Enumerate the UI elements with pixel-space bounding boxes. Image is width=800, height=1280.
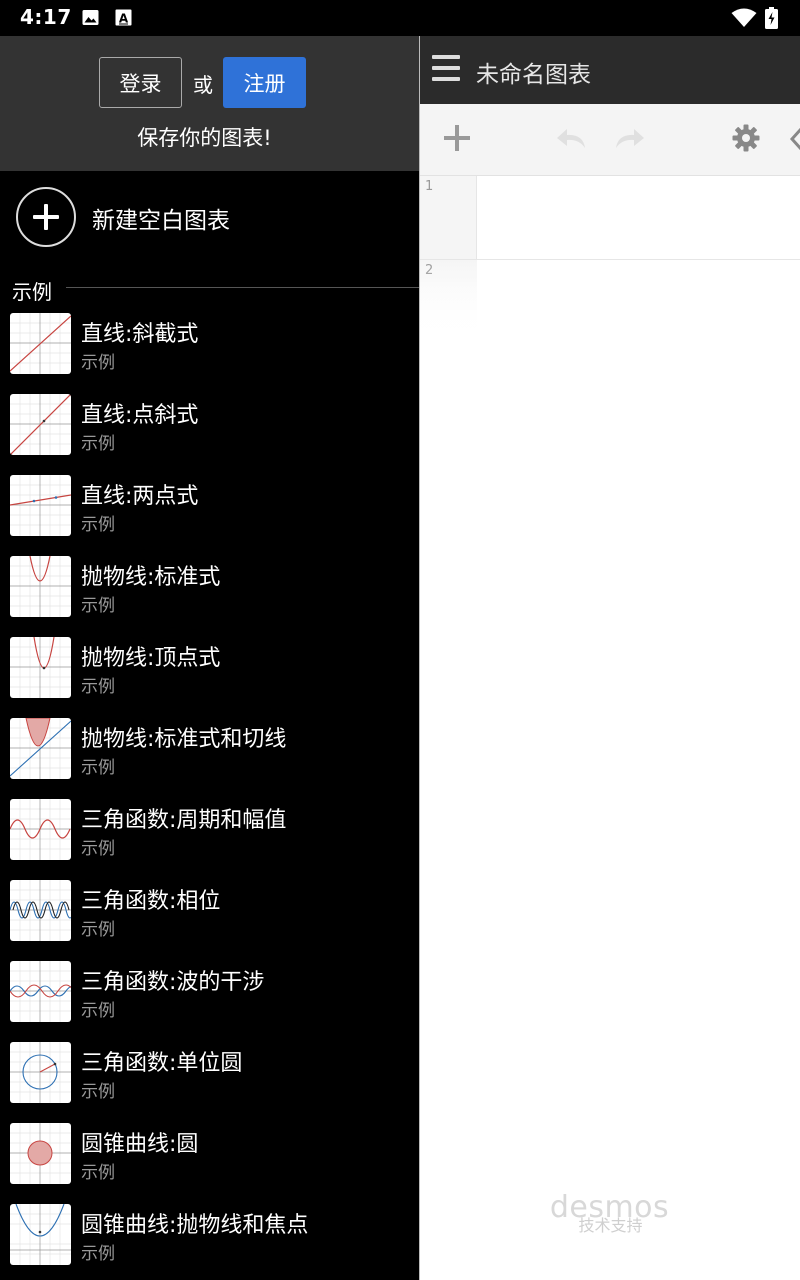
example-subtitle: 示例 — [81, 1244, 115, 1264]
example-subtitle: 示例 — [81, 920, 115, 940]
example-title: 三角函数:波的干涉 — [81, 970, 265, 995]
status-bar: 4:17 A — [0, 0, 800, 36]
example-item[interactable]: 抛物线:标准式 示例 — [0, 551, 419, 632]
or-text: 或 — [193, 73, 213, 97]
expression-row[interactable]: 2 — [420, 260, 800, 330]
example-item[interactable]: 三角函数:波的干涉 示例 — [0, 956, 419, 1037]
redo-icon[interactable] — [612, 126, 646, 152]
example-item[interactable]: 直线:两点式 示例 — [0, 470, 419, 551]
example-item[interactable]: 三角函数:相位 示例 — [0, 875, 419, 956]
collapse-chevron-icon[interactable] — [789, 126, 800, 152]
example-thumbnail-parabola — [10, 1204, 71, 1265]
example-thumbnail-parabola — [10, 556, 71, 617]
example-thumbnail-line — [10, 313, 71, 374]
add-expression-icon[interactable] — [443, 124, 471, 152]
font-a-icon: A — [115, 9, 132, 26]
graph-editor: 未命名图表 1 2 技术支持 — [419, 36, 800, 1280]
example-thumbnail-sine — [10, 799, 71, 860]
example-title: 三角函数:相位 — [81, 889, 221, 914]
example-title: 直线:两点式 — [81, 484, 199, 509]
example-title: 三角函数:周期和幅值 — [81, 808, 287, 833]
graph-title[interactable]: 未命名图表 — [476, 55, 591, 89]
example-item[interactable]: 圆锥曲线:抛物线和焦点 示例 — [0, 1199, 419, 1280]
hamburger-menu-icon[interactable] — [432, 55, 460, 81]
app-bar: 未命名图表 — [420, 36, 800, 104]
register-button[interactable]: 注册 — [223, 57, 306, 108]
expression-toolbar — [420, 104, 800, 176]
battery-icon — [765, 7, 778, 29]
example-title: 抛物线:标准式和切线 — [81, 727, 287, 752]
navigation-drawer: 登录 或 注册 保存你的图表! 新建空白图表 示例 直线:斜截式 示例 直线:点… — [0, 36, 419, 1280]
example-item[interactable]: 抛物线:标准式和切线 示例 — [0, 713, 419, 794]
example-title: 直线:点斜式 — [81, 403, 199, 428]
example-subtitle: 示例 — [81, 515, 115, 535]
example-subtitle: 示例 — [81, 677, 115, 697]
example-thumbnail-sine — [10, 961, 71, 1022]
settings-gear-icon[interactable] — [731, 123, 761, 153]
example-thumbnail-circle — [10, 1042, 71, 1103]
example-item[interactable]: 圆锥曲线:圆 示例 — [0, 1118, 419, 1199]
example-item[interactable]: 直线:点斜式 示例 — [0, 389, 419, 470]
example-title: 抛物线:顶点式 — [81, 646, 221, 671]
example-thumbnail-line — [10, 475, 71, 536]
example-thumbnail-parabola — [10, 718, 71, 779]
example-thumbnail-line — [10, 394, 71, 455]
drawer-header: 登录 或 注册 保存你的图表! — [0, 36, 419, 171]
example-title: 圆锥曲线:抛物线和焦点 — [81, 1213, 309, 1238]
example-thumbnail-circle — [10, 1123, 71, 1184]
example-item[interactable]: 抛物线:顶点式 示例 — [0, 632, 419, 713]
example-subtitle: 示例 — [81, 839, 115, 859]
examples-list: 直线:斜截式 示例 直线:点斜式 示例 直线:两点式 示例 抛物线:标准式 示例 — [0, 308, 419, 1280]
examples-section-title: 示例 — [12, 280, 52, 304]
example-title: 抛物线:标准式 — [81, 565, 221, 590]
expression-row[interactable]: 1 — [420, 176, 800, 260]
example-subtitle: 示例 — [81, 758, 115, 778]
expression-index: 2 — [425, 263, 434, 278]
example-subtitle: 示例 — [81, 1082, 115, 1102]
svg-text:A: A — [119, 12, 129, 26]
example-item[interactable]: 三角函数:单位圆 示例 — [0, 1037, 419, 1118]
example-item[interactable]: 直线:斜截式 示例 — [0, 308, 419, 389]
example-title: 三角函数:单位圆 — [81, 1051, 243, 1076]
status-time: 4:17 — [20, 5, 72, 29]
example-item[interactable]: 三角函数:周期和幅值 示例 — [0, 794, 419, 875]
login-button[interactable]: 登录 — [99, 57, 182, 108]
add-circle-icon — [16, 187, 76, 247]
example-title: 圆锥曲线:圆 — [81, 1132, 199, 1157]
example-subtitle: 示例 — [81, 353, 115, 373]
example-thumbnail-parabola — [10, 637, 71, 698]
expression-gutter: 2 — [420, 260, 477, 330]
new-blank-graph-button[interactable]: 新建空白图表 — [0, 171, 419, 271]
expression-gutter: 1 — [420, 176, 477, 259]
example-subtitle: 示例 — [81, 596, 115, 616]
image-icon — [82, 10, 99, 25]
example-thumbnail-sine — [10, 880, 71, 941]
undo-icon[interactable] — [555, 126, 589, 152]
example-subtitle: 示例 — [81, 1001, 115, 1021]
wifi-icon — [731, 8, 757, 27]
new-blank-graph-label: 新建空白图表 — [92, 208, 230, 234]
example-subtitle: 示例 — [81, 434, 115, 454]
section-divider — [66, 287, 419, 288]
example-title: 直线:斜截式 — [81, 322, 199, 347]
expression-index: 1 — [425, 179, 434, 194]
desmos-logo: desmos — [549, 1190, 670, 1225]
example-subtitle: 示例 — [81, 1163, 115, 1183]
save-graph-hint: 保存你的图表! — [137, 126, 272, 150]
expression-list: 1 2 — [420, 176, 800, 330]
